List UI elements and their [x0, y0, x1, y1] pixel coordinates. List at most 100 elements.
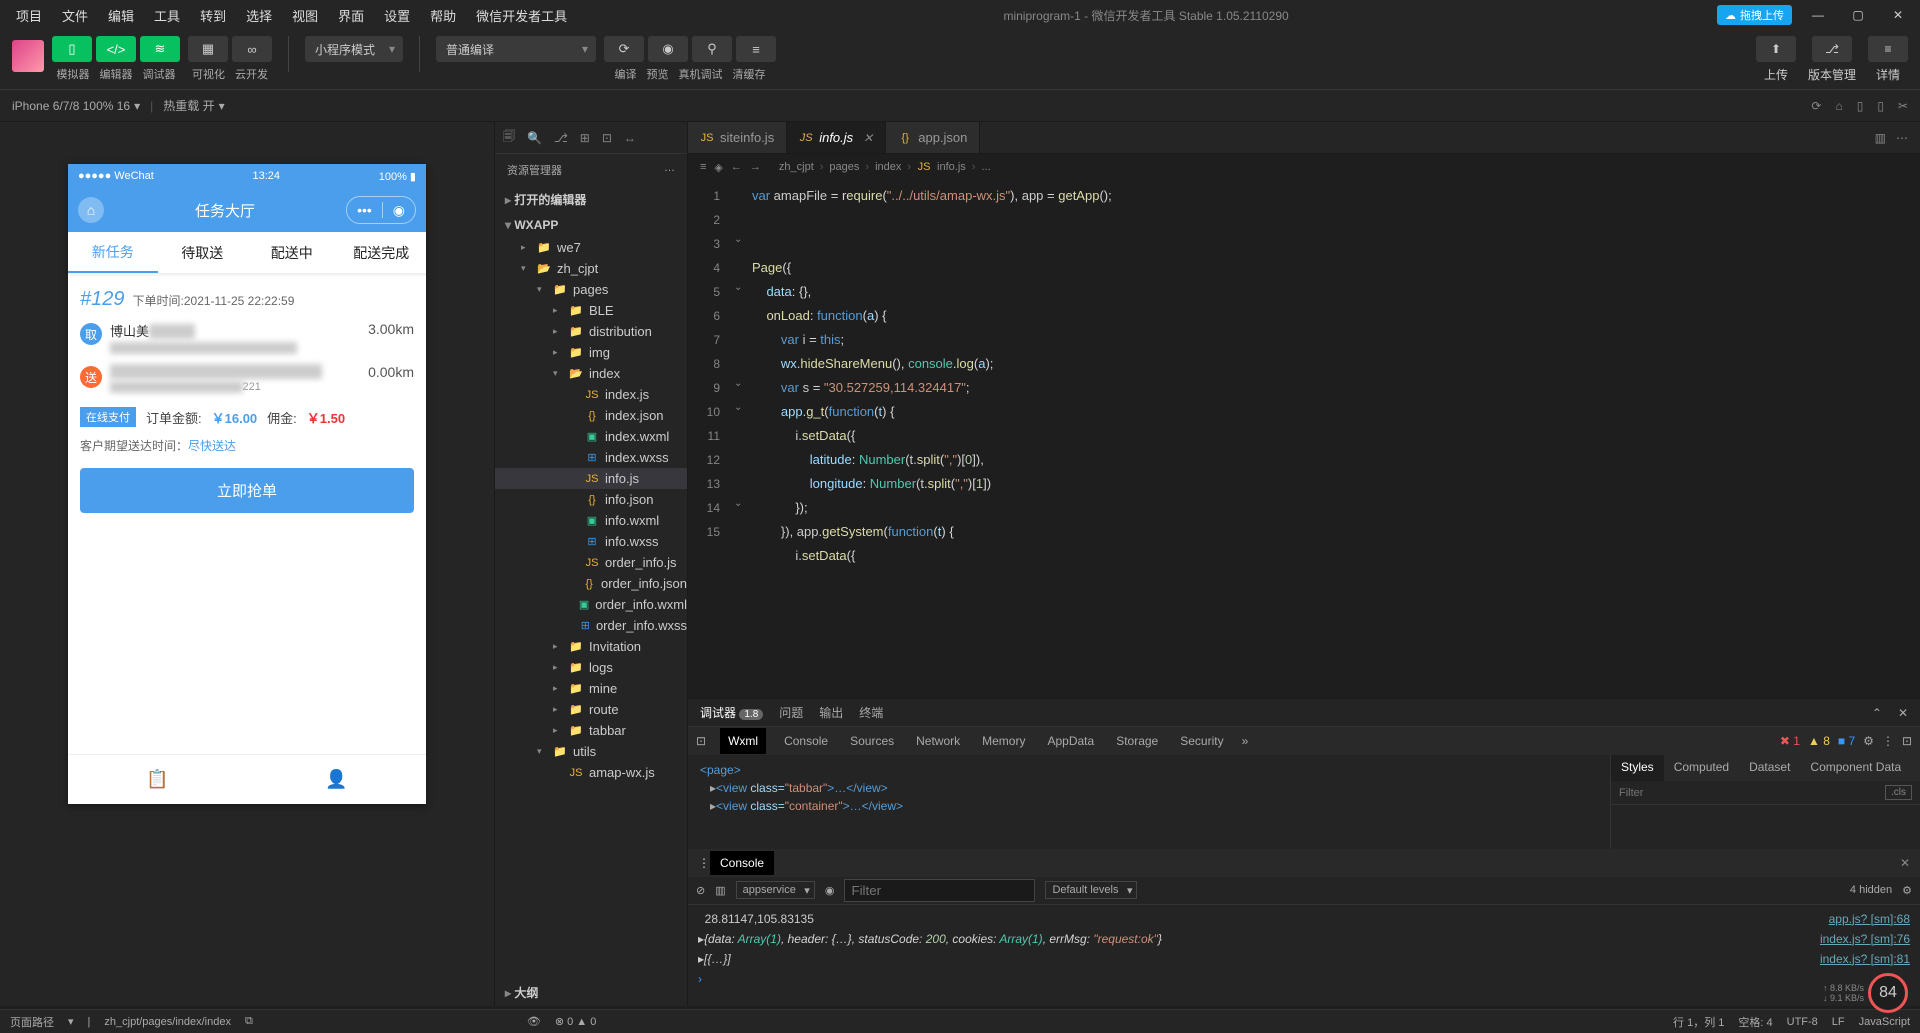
- explorer-git-icon[interactable]: ⎇: [554, 131, 568, 145]
- explorer-more-icon[interactable]: ⊡: [602, 131, 612, 145]
- device-dropdown[interactable]: iPhone 6/7/8 100% 16▾: [12, 99, 140, 113]
- mute-icon[interactable]: ▯: [1877, 99, 1884, 113]
- capsule[interactable]: •••◉: [346, 196, 416, 224]
- menu-view[interactable]: 视图: [284, 4, 326, 27]
- refresh-icon[interactable]: ⟳: [1811, 99, 1821, 113]
- styles-filter-input[interactable]: [1619, 787, 1885, 799]
- menu-edit[interactable]: 编辑: [100, 4, 142, 27]
- folder-index[interactable]: ▾📂index: [495, 363, 687, 384]
- menu-wechat[interactable]: 微信开发者工具: [468, 4, 575, 27]
- file-index-wxml[interactable]: ▣index.wxml: [495, 426, 687, 447]
- open-editors-section[interactable]: 打开的编辑器: [495, 186, 687, 213]
- folder-pages[interactable]: ▾📁pages: [495, 279, 687, 300]
- code-editor[interactable]: 123456789101112131415 ⌄⌄⌄⌄⌄ var amapFile…: [688, 180, 1920, 698]
- file-order-info-json[interactable]: {}order_info.json: [495, 573, 687, 594]
- tab-delivering[interactable]: 配送中: [247, 232, 337, 273]
- cut-icon[interactable]: ✂: [1898, 99, 1908, 113]
- folder-logs[interactable]: ▸📁logs: [495, 657, 687, 678]
- popout-icon[interactable]: ⊡: [1902, 734, 1912, 748]
- devtools-tab-problems[interactable]: 问题: [779, 704, 803, 721]
- version-button[interactable]: ⎇: [1812, 36, 1852, 62]
- nav-orders-icon[interactable]: 📋: [68, 755, 247, 804]
- menu-select[interactable]: 选择: [238, 4, 280, 27]
- menu-tools[interactable]: 工具: [146, 4, 188, 27]
- console-filter-input[interactable]: [844, 879, 1035, 902]
- tab-new[interactable]: 新任务: [68, 232, 158, 273]
- context-dropdown[interactable]: appservice: [736, 881, 815, 899]
- sidebar-icon[interactable]: ▥: [715, 884, 725, 897]
- devtools-tab-output[interactable]: 输出: [819, 704, 843, 721]
- editor-tab-info[interactable]: JSinfo.js✕: [787, 122, 886, 153]
- folder-img[interactable]: ▸📁img: [495, 342, 687, 363]
- devtools-storage[interactable]: Storage: [1112, 734, 1162, 748]
- devtools-sources[interactable]: Sources: [846, 734, 898, 748]
- devtools-wxml[interactable]: Wxml: [720, 728, 766, 754]
- folder-utils[interactable]: ▾📁utils: [495, 741, 687, 762]
- compile-dropdown[interactable]: 普通编译: [436, 36, 596, 62]
- debugger-toggle[interactable]: ≋: [140, 36, 180, 62]
- levels-dropdown[interactable]: Default levels: [1045, 881, 1137, 899]
- menu-file[interactable]: 文件: [54, 4, 96, 27]
- upload-button[interactable]: ⬆: [1756, 36, 1796, 62]
- root-section[interactable]: WXAPP: [495, 213, 687, 237]
- performance-score[interactable]: 84: [1868, 973, 1908, 1013]
- dock-icon[interactable]: ⋮: [1882, 734, 1894, 748]
- back-icon[interactable]: ▯: [1857, 99, 1864, 113]
- menu-goto[interactable]: 转到: [192, 4, 234, 27]
- details-button[interactable]: ≡: [1868, 36, 1908, 62]
- minimize-button[interactable]: —: [1804, 1, 1832, 29]
- cloud-button[interactable]: ∞: [232, 36, 272, 62]
- avatar[interactable]: [12, 40, 44, 72]
- simulator-toggle[interactable]: ▯: [52, 36, 92, 62]
- folder-route[interactable]: ▸📁route: [495, 699, 687, 720]
- explorer-more[interactable]: …: [664, 162, 675, 178]
- cursor-pos[interactable]: 行 1，列 1: [1673, 1014, 1724, 1030]
- file-index-wxss[interactable]: ⊞index.wxss: [495, 447, 687, 468]
- spaces[interactable]: 空格: 4: [1738, 1014, 1772, 1030]
- dataset-tab[interactable]: Dataset: [1739, 755, 1800, 781]
- clear-console-icon[interactable]: ⊘: [696, 884, 705, 897]
- styles-tab[interactable]: Styles: [1611, 755, 1664, 781]
- file-info-wxss[interactable]: ⊞info.wxss: [495, 531, 687, 552]
- folder-distribution[interactable]: ▸📁distribution: [495, 321, 687, 342]
- wxml-panel[interactable]: <page> ▸<view class="tabbar">…</view> ▸<…: [688, 755, 1610, 849]
- devtools-tab-debugger[interactable]: 调试器 1.8: [700, 704, 763, 721]
- mode-dropdown[interactable]: 小程序模式: [305, 36, 403, 62]
- cls-button[interactable]: .cls: [1885, 785, 1912, 800]
- file-order-info-wxss[interactable]: ⊞order_info.wxss: [495, 615, 687, 636]
- explorer-ext-icon[interactable]: ⊞: [580, 131, 590, 145]
- eye-icon[interactable]: 👁: [527, 1015, 541, 1028]
- devtools-console[interactable]: Console: [780, 734, 832, 748]
- folder-tabbar[interactable]: ▸📁tabbar: [495, 720, 687, 741]
- folder-zh-cjpt[interactable]: ▾📂zh_cjpt: [495, 258, 687, 279]
- inspect-icon[interactable]: ⊡: [696, 734, 706, 748]
- file-info-json[interactable]: {}info.json: [495, 489, 687, 510]
- gear-icon[interactable]: ⚙: [1902, 884, 1912, 897]
- grab-button[interactable]: 立即抢单: [80, 468, 414, 513]
- encoding[interactable]: UTF-8: [1787, 1016, 1818, 1028]
- editor-toggle[interactable]: </>: [96, 36, 136, 62]
- language[interactable]: JavaScript: [1859, 1016, 1910, 1028]
- close-icon[interactable]: ✕: [863, 131, 873, 145]
- menu-project[interactable]: 项目: [8, 4, 50, 27]
- eye-icon[interactable]: ◉: [825, 884, 835, 897]
- split-icon[interactable]: ▥: [1875, 131, 1886, 145]
- visual-button[interactable]: ▦: [188, 36, 228, 62]
- home-icon[interactable]: ⌂: [1835, 99, 1842, 113]
- nav-profile-icon[interactable]: 👤: [247, 755, 426, 804]
- tab-done[interactable]: 配送完成: [337, 232, 427, 273]
- file-index-json[interactable]: {}index.json: [495, 405, 687, 426]
- editor-tab-siteinfo[interactable]: JSsiteinfo.js: [688, 122, 787, 153]
- folder-we7[interactable]: ▸📁we7: [495, 237, 687, 258]
- devtools-appdata[interactable]: AppData: [1043, 734, 1098, 748]
- devtools-memory[interactable]: Memory: [978, 734, 1029, 748]
- console-drawer-tab[interactable]: Console: [710, 851, 774, 875]
- explorer-files-icon[interactable]: 🗐: [503, 127, 515, 148]
- computed-tab[interactable]: Computed: [1664, 755, 1739, 781]
- folder-invitation[interactable]: ▸📁Invitation: [495, 636, 687, 657]
- hot-reload-dropdown[interactable]: 热重载 开▾: [163, 97, 224, 114]
- file-info-wxml[interactable]: ▣info.wxml: [495, 510, 687, 531]
- copy-icon[interactable]: ⧉: [245, 1015, 253, 1028]
- component-data-tab[interactable]: Component Data: [1800, 755, 1911, 781]
- explorer-close-icon[interactable]: ↔: [624, 131, 636, 145]
